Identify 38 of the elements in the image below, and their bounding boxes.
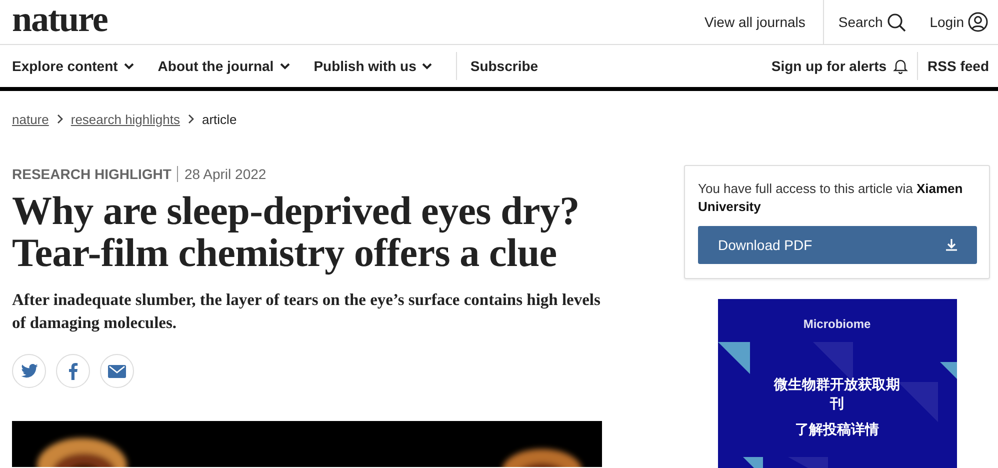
- rss-link[interactable]: RSS feed: [916, 52, 998, 80]
- search-icon: [886, 12, 906, 32]
- search-link[interactable]: Search: [823, 0, 916, 44]
- nav-menu-link[interactable]: Publish with us: [314, 52, 432, 80]
- share-twitter-button[interactable]: [12, 354, 46, 388]
- chevron-right-icon: [56, 114, 63, 124]
- share-email-button[interactable]: [100, 354, 134, 388]
- bell-icon: [892, 58, 908, 74]
- envelope-icon: [108, 364, 126, 378]
- user-icon: [968, 12, 988, 32]
- download-pdf-button[interactable]: Download PDF: [698, 226, 977, 264]
- access-message: You have full access to this article via Xiamen University: [698, 180, 964, 216]
- alerts-link[interactable]: Sign up for alerts: [761, 52, 917, 80]
- chevron-down-icon: [124, 62, 134, 70]
- advert-banner[interactable]: Microbiome 微生物群开放获取期刊 了解投稿详情: [718, 299, 956, 468]
- breadcrumb-current: article: [202, 112, 237, 126]
- chevron-down-icon: [422, 62, 432, 70]
- journals-link[interactable]: View all journals: [690, 0, 824, 44]
- bird-icon: [20, 364, 38, 378]
- chevron-right-icon: [188, 114, 194, 124]
- chevron-down-icon: [280, 62, 290, 70]
- login-link[interactable]: Login: [916, 0, 998, 44]
- article-title: Why are sleep-deprived eyes dry? Tear-film chemistry offers a clue: [12, 190, 580, 274]
- article-type: RESEARCH HIGHLIGHT: [12, 166, 178, 182]
- share-facebook-button[interactable]: [56, 354, 90, 388]
- breadcrumb-link[interactable]: nature: [12, 112, 49, 126]
- publish-date: 28 April 2022: [184, 166, 266, 182]
- nature-logo[interactable]: nature: [12, 1, 108, 37]
- nav-menu-link[interactable]: About the journal: [158, 52, 290, 80]
- download-icon: [946, 239, 957, 251]
- advert-brand: Microbiome: [803, 317, 871, 331]
- facebook-icon: [68, 362, 78, 380]
- nav-menu-link[interactable]: Explore content: [12, 52, 134, 80]
- advert-cta: 了解投稿详情: [795, 421, 879, 439]
- nav-menu-link[interactable]: Subscribe: [456, 52, 538, 80]
- article-standfirst: After inadequate slumber, the layer of tears on the eye’s surface contains high levels of damaging molecules.: [12, 289, 602, 334]
- advert-headline: 微生物群开放获取期刊: [772, 376, 901, 414]
- breadcrumb-link[interactable]: research highlights: [70, 112, 180, 126]
